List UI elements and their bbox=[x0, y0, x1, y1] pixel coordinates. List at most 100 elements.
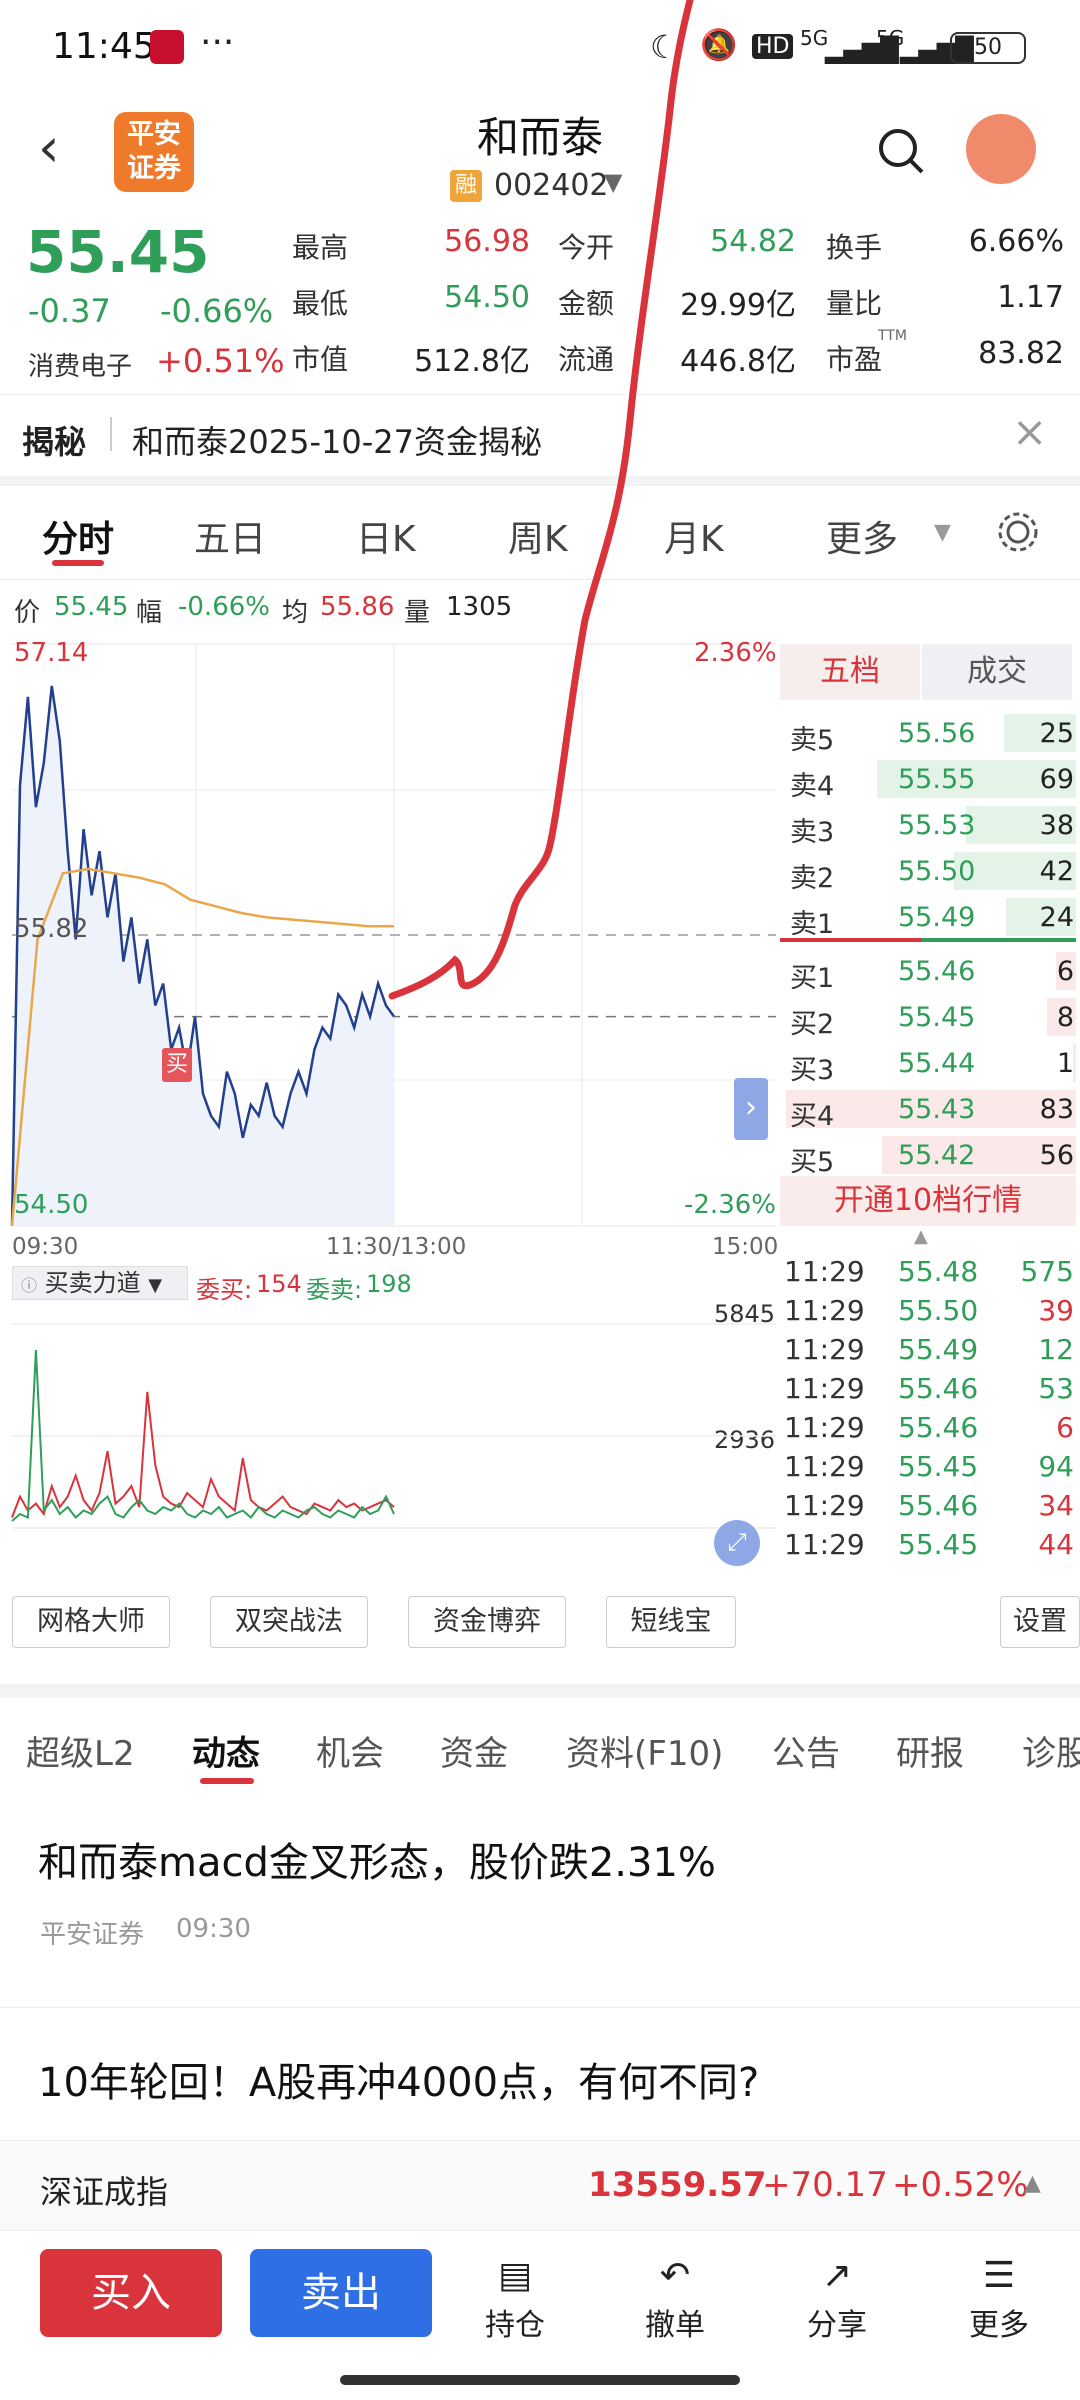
bid-row[interactable]: 买4 55.43 83 bbox=[780, 1086, 1080, 1132]
buy-button[interactable]: 买入 bbox=[40, 2249, 222, 2337]
more-label: 更多 bbox=[969, 2308, 1029, 2343]
bid-volume: 6 bbox=[1056, 956, 1074, 987]
tab-diagnosis[interactable]: 诊股 bbox=[1022, 1726, 1080, 1775]
index-value: 13559.57 bbox=[588, 2165, 767, 2205]
more-dropdown-icon[interactable]: ▼ bbox=[934, 520, 951, 545]
tick-row: 11:29 55.46 53 bbox=[780, 1372, 1080, 1410]
index-name: 深证成指 bbox=[40, 2173, 169, 2211]
collapse-arrow-icon[interactable]: ▲ bbox=[914, 1226, 928, 1247]
double-breakout-button[interactable]: 双突战法 bbox=[210, 1596, 368, 1648]
status-bar: 11:45 ··· ☾ 🔕 HD 5G ▂▄▆█ 5G ▂▄▆█ 50 bbox=[0, 0, 1080, 96]
intraday-chart[interactable]: 57.14 2.36% 55.82 54.50 -2.36% 买 › 09:30… bbox=[0, 636, 780, 1260]
tab-monthly-k[interactable]: 月K bbox=[664, 510, 724, 562]
more-icon: ☰ bbox=[982, 2255, 1016, 2296]
close-icon[interactable]: × bbox=[1012, 407, 1047, 456]
y-top-label: 57.14 bbox=[14, 638, 89, 668]
short-line-button[interactable]: 短线宝 bbox=[606, 1596, 736, 1648]
more-button[interactable]: ☰ 更多 bbox=[954, 2255, 1044, 2344]
news-item[interactable]: 和而泰macd金叉形态，股价跌2.31% 平安证券 09:30 bbox=[0, 1780, 1080, 2008]
fund-game-button[interactable]: 资金博弈 bbox=[408, 1596, 566, 1648]
amp-metric-label: 幅 bbox=[136, 598, 163, 628]
bid-volume: 1 bbox=[1056, 1048, 1074, 1079]
holdings-button[interactable]: ▤ 持仓 bbox=[470, 2255, 560, 2344]
tick-volume: 12 bbox=[1038, 1333, 1074, 1366]
ask-label: 卖5 bbox=[790, 725, 835, 756]
index-ticker[interactable]: 深证成指 13559.57 +70.17 +0.52% ▲ bbox=[0, 2140, 1080, 2230]
grid-master-button[interactable]: 网格大师 bbox=[12, 1596, 170, 1648]
sector-name[interactable]: 消费电子 bbox=[28, 346, 132, 383]
holdings-icon: ▤ bbox=[497, 2255, 532, 2296]
tools-settings-button[interactable]: 设置 bbox=[1000, 1596, 1080, 1648]
tab-five-levels[interactable]: 五档 bbox=[780, 644, 920, 700]
ask-row[interactable]: 卖2 55.50 42 bbox=[780, 848, 1080, 894]
ask-row[interactable]: 卖5 55.56 25 bbox=[780, 710, 1080, 756]
dropdown-icon[interactable]: ▼ bbox=[604, 168, 622, 196]
bid-row[interactable]: 买2 55.45 8 bbox=[780, 994, 1080, 1040]
tab-opportunity[interactable]: 机会 bbox=[316, 1726, 384, 1775]
ws-label: 委卖: bbox=[306, 1276, 363, 1304]
tick-volume: 53 bbox=[1038, 1372, 1074, 1405]
tab-news[interactable]: 动态 bbox=[192, 1726, 260, 1775]
news-time: 09:30 bbox=[176, 1914, 251, 1944]
share-button[interactable]: ↗ 分享 bbox=[792, 2255, 882, 2344]
stock-name: 和而泰 bbox=[476, 113, 603, 162]
tick-volume: 575 bbox=[1020, 1255, 1074, 1288]
bid-label: 买1 bbox=[790, 963, 835, 994]
home-indicator bbox=[340, 2375, 740, 2385]
buy-marker[interactable]: 买 bbox=[162, 1048, 192, 1082]
moon-icon: ☾ bbox=[650, 28, 679, 66]
ask-volume: 25 bbox=[1039, 718, 1074, 749]
tick-time: 11:29 bbox=[784, 1489, 865, 1522]
upgrade-level10-button[interactable]: 开通10档行情 bbox=[780, 1176, 1076, 1226]
hd-icon: HD bbox=[752, 34, 794, 59]
tab-daily-k[interactable]: 日K bbox=[356, 510, 416, 562]
ask-price: 55.56 bbox=[898, 718, 976, 749]
bid-row[interactable]: 买1 55.46 6 bbox=[780, 948, 1080, 994]
search-icon[interactable] bbox=[876, 126, 926, 176]
price-area-fill bbox=[12, 685, 394, 1226]
volume-chart-svg bbox=[11, 1323, 776, 1529]
index-expand-icon[interactable]: ▲ bbox=[1024, 2171, 1041, 2196]
tick-time: 11:29 bbox=[784, 1528, 865, 1561]
bid-volume: 83 bbox=[1039, 1094, 1074, 1125]
tab-weekly-k[interactable]: 周K bbox=[508, 510, 568, 562]
expand-orderbook-icon[interactable]: › bbox=[734, 1078, 768, 1140]
tab-research[interactable]: 研报 bbox=[896, 1726, 964, 1775]
tab-five-day[interactable]: 五日 bbox=[194, 510, 266, 562]
fund-reveal-banner[interactable]: 揭秘 和而泰2025-10-27资金揭秘 × bbox=[0, 394, 1080, 486]
tick-row: 11:29 55.50 39 bbox=[780, 1294, 1080, 1332]
quote-panel: 55.45 -0.37 -0.66% 消费电子 +0.51% 最高 56.98 今开… bbox=[0, 214, 1080, 394]
indicator-select[interactable]: ⓘ 买卖力道 ▼ bbox=[12, 1266, 188, 1300]
chart-period-tabs: 分时 五日 日K 周K 月K 更多 ▼ bbox=[0, 496, 1080, 580]
ask-price: 55.49 bbox=[898, 902, 976, 933]
bid-row[interactable]: 买3 55.44 1 bbox=[780, 1040, 1080, 1086]
tab-super-l2[interactable]: 超级L2 bbox=[26, 1726, 135, 1775]
tab-more[interactable]: 更多 bbox=[826, 510, 898, 562]
ask-row[interactable]: 卖3 55.53 38 bbox=[780, 802, 1080, 848]
tab-profile-f10[interactable]: 资料(F10) bbox=[566, 1726, 723, 1775]
current-price: 55.45 bbox=[26, 218, 210, 286]
back-icon[interactable]: ‹ bbox=[38, 116, 60, 179]
tab-intraday[interactable]: 分时 bbox=[42, 510, 114, 562]
avatar[interactable] bbox=[966, 114, 1036, 184]
ask-row[interactable]: 卖4 55.55 69 bbox=[780, 756, 1080, 802]
cancel-order-button[interactable]: ↶ 撤单 bbox=[630, 2255, 720, 2344]
tab-funds[interactable]: 资金 bbox=[440, 1726, 508, 1775]
tab-trades[interactable]: 成交 bbox=[922, 644, 1072, 700]
ask-row[interactable]: 卖1 55.49 24 bbox=[780, 894, 1080, 940]
active-tab-indicator bbox=[52, 560, 104, 566]
settings-gear-icon[interactable] bbox=[996, 510, 1040, 554]
news-item[interactable]: 10年轮回！A股再冲4000点，有何不同? bbox=[0, 2008, 1080, 2138]
info-icon: ⓘ bbox=[21, 1276, 38, 1295]
price-change: -0.37 bbox=[28, 292, 111, 330]
ask-price: 55.53 bbox=[898, 810, 976, 841]
tick-row: 11:29 55.49 12 bbox=[780, 1333, 1080, 1371]
bid-row[interactable]: 买5 55.42 56 bbox=[780, 1132, 1080, 1178]
sell-button[interactable]: 卖出 bbox=[250, 2249, 432, 2337]
buy-sell-force-panel: ⓘ 买卖力道 ▼ 委买: 154 委卖: 198 5845 2936 ⤢ bbox=[0, 1260, 780, 1590]
fullscreen-icon[interactable]: ⤢ bbox=[714, 1520, 760, 1566]
tab-announcements[interactable]: 公告 bbox=[772, 1726, 840, 1775]
tick-row: 11:29 55.45 44 bbox=[780, 1528, 1080, 1566]
broker-logo: 平安 证券 bbox=[114, 112, 194, 192]
pct-top-label: 2.36% bbox=[694, 638, 777, 668]
